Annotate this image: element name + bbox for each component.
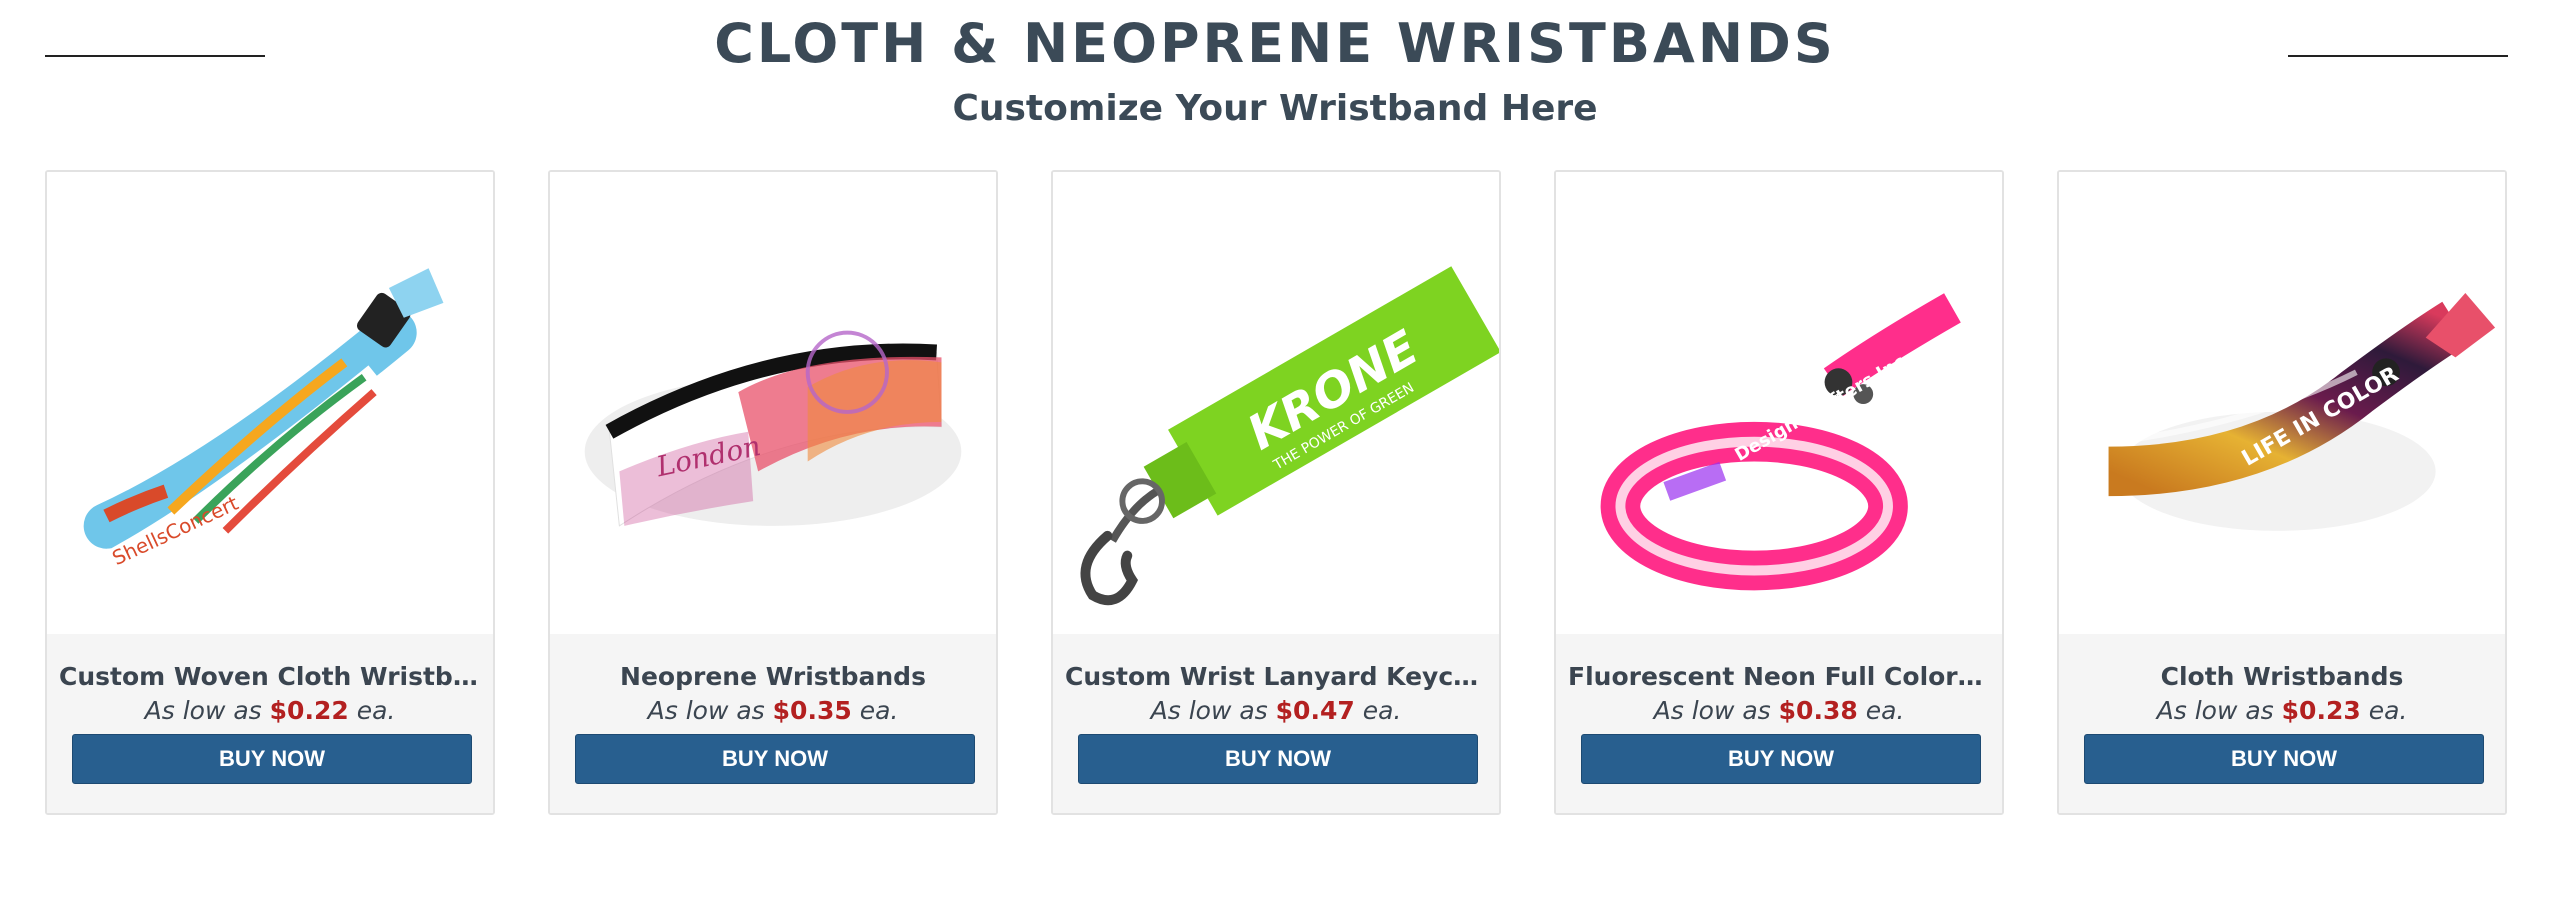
product-image[interactable]: Design Crafters Inc. [1556,172,2002,634]
product-info: Cloth Wristbands As low as $0.23 ea. BUY… [2059,634,2505,813]
fluorescent-wristband-image: Design Crafters Inc. [1600,293,1961,591]
buy-now-button[interactable]: BUY NOW [1078,734,1478,784]
neoprene-wristband-image: London [584,330,962,527]
page-title: CLOTH & NEOPRENE WRISTBANDS [714,12,1836,75]
buy-now-button[interactable]: BUY NOW [2084,734,2484,784]
product-name[interactable]: Custom Woven Cloth Wristbands [59,662,481,691]
price-amount: $0.47 [1275,696,1355,725]
product-price: As low as $0.23 ea. [2059,696,2505,725]
product-name[interactable]: Cloth Wristbands [2071,662,2493,691]
price-amount: $0.38 [1778,696,1858,725]
buy-now-button[interactable]: BUY NOW [72,734,472,784]
woven-wristband-image: ShellsConcert [83,268,444,570]
price-suffix: ea. [1362,696,1402,725]
price-suffix: ea. [2368,696,2408,725]
product-card-fluorescent[interactable]: Design Crafters Inc. Fluorescent Neon Fu… [1554,170,2004,815]
price-suffix: ea. [1865,696,1905,725]
product-name[interactable]: Custom Wrist Lanyard Keychains [1065,662,1487,691]
price-suffix: ea. [859,696,899,725]
product-card-neoprene[interactable]: London Neoprene Wristbands As low as $0.… [548,170,998,815]
price-prefix: As low as [1150,696,1268,725]
price-amount: $0.35 [772,696,852,725]
product-name[interactable]: Neoprene Wristbands [562,662,984,691]
product-card-cloth[interactable]: LIFE IN COLOR Cloth Wristbands As low as… [2057,170,2507,815]
product-price: As low as $0.38 ea. [1556,696,2002,725]
product-info: Custom Woven Cloth Wristbands As low as … [47,634,493,813]
product-image[interactable]: London [550,172,996,634]
price-amount: $0.22 [269,696,349,725]
product-info: Fluorescent Neon Full Color Cloth... As … [1556,634,2002,813]
price-prefix: As low as [647,696,765,725]
product-price: As low as $0.35 ea. [550,696,996,725]
product-card-woven-cloth[interactable]: ShellsConcert Custom Woven Cloth Wristba… [45,170,495,815]
product-price: As low as $0.22 ea. [47,696,493,725]
page-subtitle: Customize Your Wristband Here [952,88,1598,129]
product-image[interactable]: LIFE IN COLOR [2059,172,2505,634]
product-info: Custom Wrist Lanyard Keychains As low as… [1053,634,1499,813]
cloth-wristband-image: LIFE IN COLOR [2108,292,2496,531]
lanyard-keychain-image: KRONE THE POWER OF GREEN [1080,266,1499,606]
page-header: CLOTH & NEOPRENE WRISTBANDS Customize Yo… [0,0,2550,160]
price-suffix: ea. [356,696,396,725]
price-prefix: As low as [144,696,262,725]
price-amount: $0.23 [2281,696,2361,725]
product-info: Neoprene Wristbands As low as $0.35 ea. … [550,634,996,813]
divider-right [2288,55,2508,57]
price-prefix: As low as [2156,696,2274,725]
price-prefix: As low as [1653,696,1771,725]
product-card-lanyard[interactable]: KRONE THE POWER OF GREEN Custom Wrist La… [1051,170,1501,815]
product-name[interactable]: Fluorescent Neon Full Color Cloth... [1568,662,1990,691]
product-image[interactable]: ShellsConcert [47,172,493,634]
product-price: As low as $0.47 ea. [1053,696,1499,725]
buy-now-button[interactable]: BUY NOW [575,734,975,784]
buy-now-button[interactable]: BUY NOW [1581,734,1981,784]
product-image[interactable]: KRONE THE POWER OF GREEN [1053,172,1499,634]
